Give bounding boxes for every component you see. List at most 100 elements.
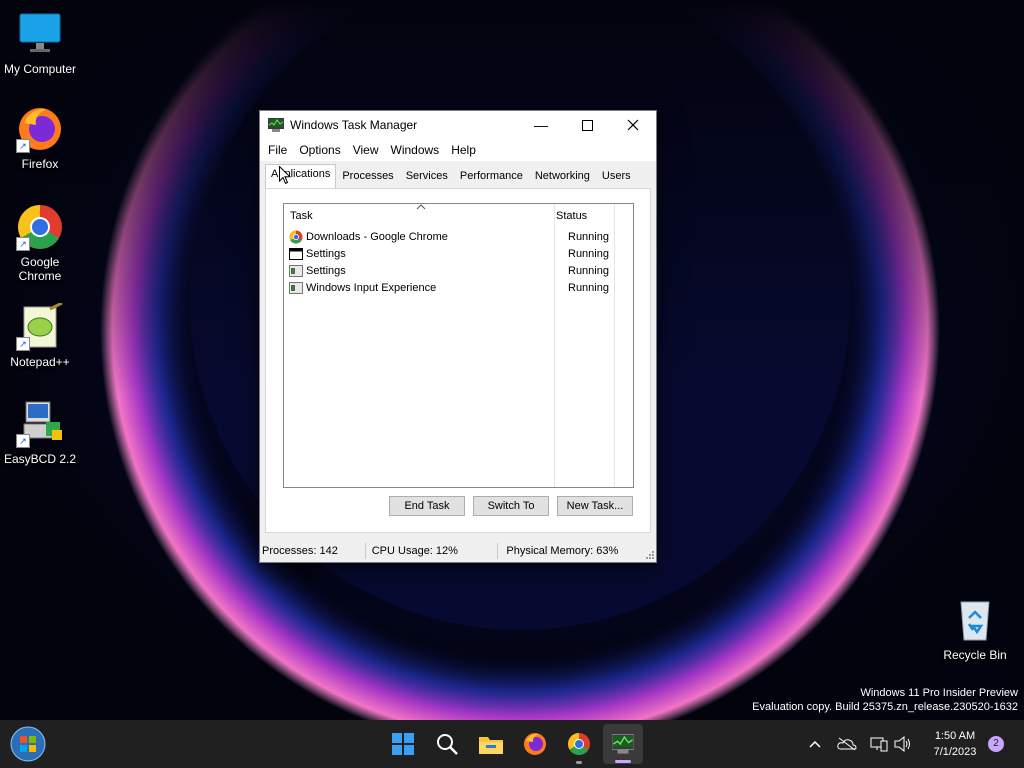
- table-row[interactable]: Downloads - Google Chrome Running: [284, 228, 633, 245]
- menu-help[interactable]: Help: [445, 143, 482, 157]
- table-row[interactable]: Settings Running: [284, 262, 633, 279]
- task-manager-icon: [612, 734, 634, 754]
- status-physical-memory: Physical Memory: 63%: [506, 545, 619, 557]
- menu-options[interactable]: Options: [293, 143, 346, 157]
- end-task-button[interactable]: End Task: [389, 496, 465, 516]
- tab-performance[interactable]: Performance: [454, 166, 529, 189]
- row-task-name: Settings: [306, 247, 346, 260]
- active-indicator: [615, 760, 631, 763]
- monitor-icon: [16, 10, 64, 58]
- firefox-icon: [524, 733, 546, 755]
- windows-7-orb-icon: [10, 726, 46, 762]
- table-row[interactable]: Windows Input Experience Running: [284, 279, 633, 296]
- chevron-up-icon: [809, 740, 821, 748]
- row-status: Running: [568, 247, 609, 260]
- chrome-taskbar-button[interactable]: [563, 728, 595, 764]
- sort-arrow-icon: [416, 204, 426, 210]
- desktop-icon-recycle-bin[interactable]: Recycle Bin: [935, 596, 1015, 662]
- tab-users[interactable]: Users: [596, 166, 637, 189]
- applications-panel: Task Status Downloads - Google Chrome Ru…: [265, 188, 651, 533]
- watermark-line-2: Evaluation copy. Build 25375.zn_release.…: [752, 701, 1018, 713]
- menu-bar: File Options View Windows Help: [260, 139, 656, 161]
- desktop-icon-label: Firefox: [21, 157, 59, 171]
- new-task-button[interactable]: New Task...: [557, 496, 633, 516]
- shortcut-arrow-icon: ↗: [16, 434, 30, 448]
- title-bar[interactable]: Windows Task Manager —: [260, 111, 656, 139]
- shortcut-arrow-icon: ↗: [16, 337, 30, 351]
- notepadpp-icon: ↗: [16, 301, 64, 351]
- tab-networking[interactable]: Networking: [529, 166, 596, 189]
- watermark-line-1: Windows 11 Pro Insider Preview: [860, 687, 1018, 699]
- onedrive-offline-button[interactable]: [832, 728, 862, 760]
- search-icon: [437, 734, 458, 755]
- window-title: Windows Task Manager: [290, 118, 418, 132]
- desktop-icon-firefox[interactable]: ↗ Firefox: [0, 105, 80, 171]
- folder-icon: [479, 737, 503, 754]
- status-bar: Processes: 142 CPU Usage: 12% Physical M…: [260, 540, 656, 562]
- app-icon: [289, 281, 303, 294]
- cloud-off-icon: [837, 737, 857, 751]
- window-icon: [289, 247, 303, 260]
- row-status: Running: [568, 230, 609, 243]
- chrome-icon: ↗: [16, 203, 64, 251]
- volume-button[interactable]: [888, 728, 918, 760]
- windows-watermark: Windows 11 Pro Insider Preview Evaluatio…: [752, 686, 1018, 714]
- notification-badge[interactable]: 2: [988, 736, 1004, 752]
- row-task-name: Downloads - Google Chrome: [306, 230, 448, 243]
- windows-logo-icon: [392, 733, 414, 755]
- list-header: Task Status: [284, 204, 633, 228]
- speaker-icon: [894, 736, 910, 752]
- maximize-button[interactable]: [564, 111, 610, 139]
- close-icon: [627, 119, 639, 131]
- task-manager-taskbar-button[interactable]: [603, 724, 643, 764]
- desktop-icon-easybcd[interactable]: ↗ EasyBCD 2.2: [0, 400, 80, 466]
- clock[interactable]: 1:50 AM 7/1/2023: [920, 728, 990, 760]
- start-orb-button[interactable]: [10, 726, 46, 762]
- desktop-icon-label: EasyBCD 2.2: [3, 452, 77, 466]
- switch-to-button[interactable]: Switch To: [473, 496, 549, 516]
- desktop-icon-chrome[interactable]: ↗ Google Chrome: [0, 203, 80, 283]
- maximize-icon: [581, 119, 593, 131]
- app-icon: [289, 264, 303, 277]
- column-separator: [614, 204, 615, 487]
- tab-applications[interactable]: Applications: [265, 164, 337, 189]
- menu-view[interactable]: View: [347, 143, 385, 157]
- desktop-icon-my-computer[interactable]: My Computer: [0, 10, 80, 76]
- column-header-status[interactable]: Status: [550, 210, 587, 222]
- task-list[interactable]: Task Status Downloads - Google Chrome Ru…: [283, 203, 634, 488]
- desktop-icon-label: Notepad++: [10, 355, 70, 369]
- close-button[interactable]: [610, 111, 656, 139]
- desktop-icon-label: Google Chrome: [18, 255, 62, 283]
- minimize-button[interactable]: —: [518, 111, 564, 139]
- tab-processes[interactable]: Processes: [336, 166, 399, 189]
- file-explorer-button[interactable]: [475, 728, 507, 760]
- show-hidden-icons-button[interactable]: [800, 728, 830, 760]
- resize-grip-icon[interactable]: [645, 550, 655, 560]
- column-separator: [554, 204, 555, 487]
- task-manager-window[interactable]: Windows Task Manager — File Options View…: [259, 110, 657, 563]
- row-task-name: Settings: [306, 264, 346, 277]
- chrome-icon: [568, 733, 590, 755]
- row-task-name: Windows Input Experience: [306, 281, 437, 294]
- task-manager-icon: [268, 118, 284, 132]
- row-status: Running: [568, 264, 609, 277]
- running-indicator: [576, 761, 582, 764]
- shortcut-arrow-icon: ↗: [16, 139, 30, 153]
- search-button[interactable]: [431, 728, 463, 760]
- row-status: Running: [568, 281, 609, 294]
- tab-services[interactable]: Services: [400, 166, 454, 189]
- firefox-taskbar-button[interactable]: [519, 728, 551, 760]
- status-processes: Processes: 142: [260, 543, 366, 559]
- status-cpu-usage: CPU Usage: 12%: [366, 543, 499, 559]
- menu-windows[interactable]: Windows: [385, 143, 446, 157]
- clock-time: 1:50 AM: [934, 730, 976, 742]
- desktop-icon-notepadpp[interactable]: ↗ Notepad++: [0, 301, 80, 369]
- menu-file[interactable]: File: [262, 143, 293, 157]
- mouse-cursor-icon: [279, 166, 291, 185]
- table-row[interactable]: Settings Running: [284, 245, 633, 262]
- minimize-icon: —: [534, 117, 548, 133]
- column-header-task[interactable]: Task: [284, 210, 550, 222]
- chrome-icon: [289, 230, 303, 243]
- start-button[interactable]: [387, 728, 419, 760]
- clock-date: 7/1/2023: [933, 746, 977, 758]
